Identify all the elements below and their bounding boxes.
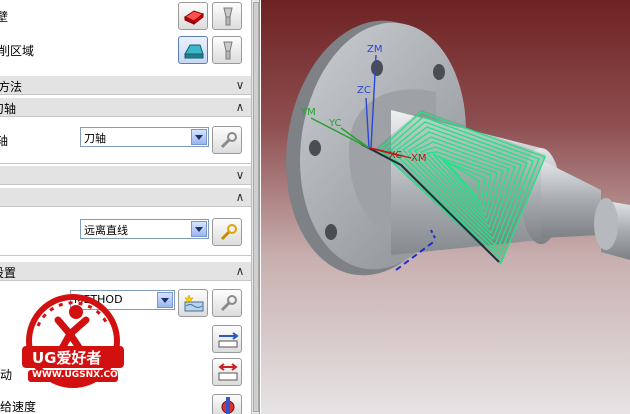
dropdown-arrow-icon[interactable]: [157, 292, 173, 308]
specify-wall-label: 壁: [0, 8, 8, 25]
axis-label: 轴: [0, 132, 8, 149]
specify-cut-area-label: 切削区域: [0, 44, 35, 58]
axis-select[interactable]: 刀轴: [80, 127, 209, 147]
tail-step: [594, 198, 618, 250]
axis-select-value: 刀轴: [84, 132, 106, 145]
section-settings-label: 设置: [0, 266, 17, 280]
dropdown-arrow-icon[interactable]: [191, 221, 207, 237]
method-edit-button[interactable]: [212, 289, 242, 317]
watermark-url-text: WWW.UGSNX.COM: [32, 370, 127, 380]
flashlight-icon: [223, 41, 233, 60]
cut-area-icon: [184, 44, 204, 59]
axis-xm-label: XM: [411, 153, 427, 164]
display-wall-button[interactable]: [212, 2, 242, 30]
approach-select-value: 远离直线: [84, 224, 128, 237]
watermark-brand-text: UG爱好者: [32, 349, 102, 367]
wrench-icon: [220, 132, 237, 149]
wrench-icon: [220, 295, 237, 312]
chevron-down-icon[interactable]: ∨: [232, 167, 248, 183]
chevron-up-icon[interactable]: ∧: [232, 189, 248, 205]
specify-cut-area-row: 切削区域: [0, 34, 251, 68]
specify-cut-area-button[interactable]: [178, 36, 208, 64]
cut-parameters-button[interactable]: [212, 325, 242, 353]
wrench-icon: [220, 224, 237, 241]
graphics-viewport[interactable]: ZM ZC YM YC XC XM: [261, 0, 630, 414]
axis-yc-label: YC: [329, 118, 342, 129]
feeds-speeds-label: 进给速度: [0, 400, 37, 414]
specify-wall-button[interactable]: [178, 2, 208, 30]
chevron-up-icon[interactable]: ∧: [232, 99, 248, 115]
chevron-down-icon[interactable]: ∨: [232, 77, 248, 93]
section-method-label: 方法: [0, 80, 23, 94]
non-cutting-moves-button[interactable]: [212, 358, 242, 386]
approach-select[interactable]: 远离直线: [80, 219, 209, 239]
axis-zm-label: ZM: [367, 44, 383, 55]
axis-edit-button[interactable]: [212, 126, 242, 154]
red-wall-icon: [183, 10, 205, 26]
flashlight-icon: [223, 7, 233, 26]
feeds-speeds-icon: [221, 397, 235, 414]
section-tool-axis-label: 刀轴: [0, 102, 17, 116]
part-model-view[interactable]: [261, 0, 630, 414]
divider: [0, 255, 251, 256]
section-expanded-b[interactable]: ∧: [0, 187, 251, 207]
new-method-button[interactable]: [178, 289, 208, 317]
section-tool-axis[interactable]: 刀轴 ∧: [0, 97, 251, 117]
non-cutting-moves-label: 移动: [0, 368, 13, 382]
specify-wall-row: 壁: [0, 0, 251, 32]
ugsnx-watermark-logo: UG爱好者 WWW.UGSNX.COM: [18, 286, 128, 396]
section-settings[interactable]: 设置 ∧: [0, 261, 251, 281]
section-method[interactable]: 方法 ∨: [0, 75, 251, 95]
new-method-icon: [184, 294, 204, 312]
cut-parameters-icon: [218, 332, 239, 348]
axis-ym-label: YM: [301, 107, 316, 118]
display-cut-area-button[interactable]: [212, 36, 242, 64]
axis-xc-label: XC: [389, 150, 403, 161]
feeds-speeds-button[interactable]: [212, 394, 242, 414]
dropdown-arrow-icon[interactable]: [191, 129, 207, 145]
divider: [0, 163, 251, 164]
axis-zc-label: ZC: [357, 85, 371, 96]
section-collapsed-a[interactable]: ∨: [0, 165, 251, 185]
operation-dialog-panel: 壁 切削区域: [0, 0, 252, 414]
panel-scrollbar[interactable]: [252, 0, 260, 414]
tail-taper: [541, 160, 601, 238]
chevron-up-icon[interactable]: ∧: [232, 263, 248, 279]
approach-row: 远离直线: [0, 214, 251, 250]
axis-row: 轴 刀轴: [0, 122, 251, 158]
scrollbar-thumb[interactable]: [253, 2, 259, 412]
approach-edit-button[interactable]: [212, 218, 242, 246]
non-cutting-moves-icon: [218, 363, 238, 381]
